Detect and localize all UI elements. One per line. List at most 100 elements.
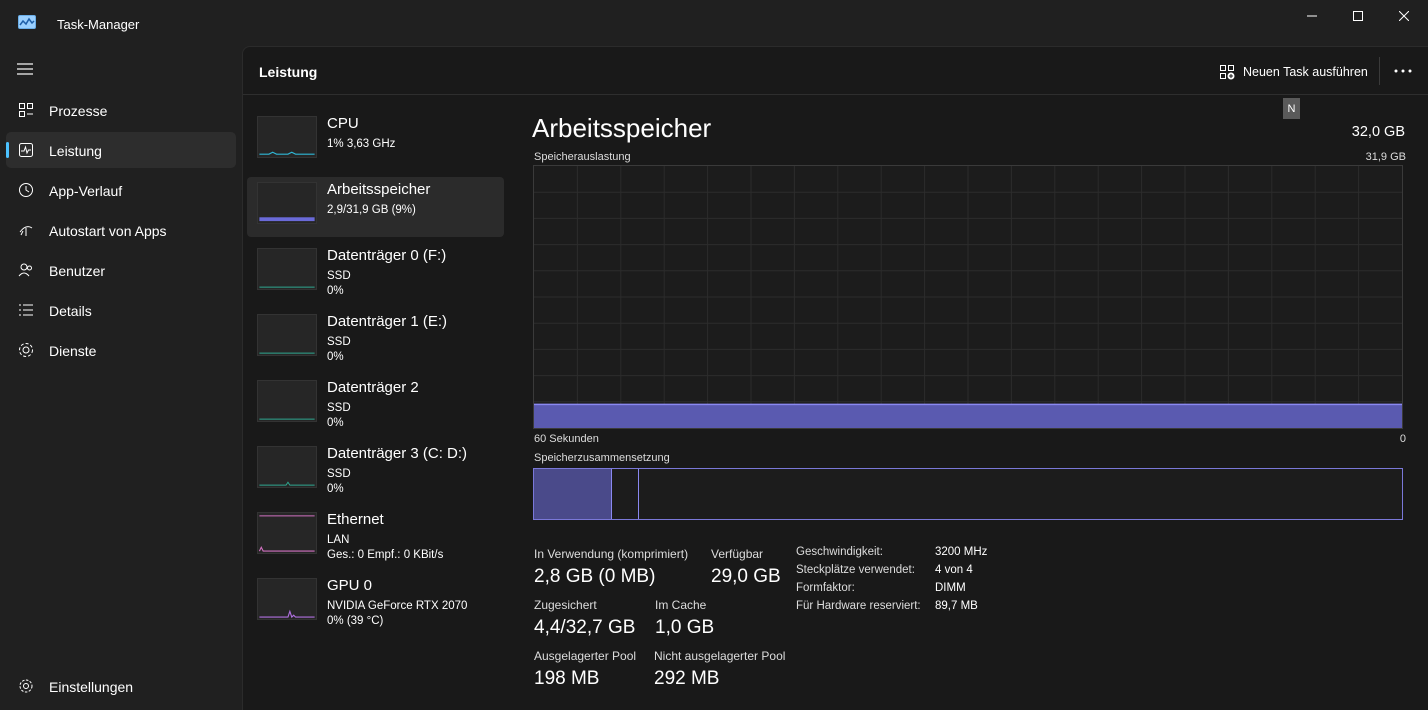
close-button[interactable] [1381,0,1427,32]
memory-composition-bar [533,468,1403,520]
sidebar-item-label: Autostart von Apps [49,223,167,239]
committed-label: Zugesichert [534,598,597,612]
available-value: 29,0 GB [711,566,781,587]
sidebar-item-dienste[interactable]: Dienste [6,332,236,368]
resource-item-disk-3[interactable]: Datenträger 3 (C: D:) SSD 0% [247,441,504,501]
resource-title: Datenträger 2 [327,379,419,396]
resource-line-1: SSD [327,270,351,282]
maximize-button[interactable] [1335,0,1381,32]
header-divider [1379,57,1380,85]
more-icon [1394,69,1412,73]
resource-line-1: SSD [327,468,351,480]
spec-key: Steckplätze verwendet: [796,564,915,576]
title-bar[interactable]: Task-Manager [0,0,1428,46]
resource-item-disk-0[interactable]: Datenträger 0 (F:) SSD 0% [247,243,504,303]
resource-line-2: 0% [327,417,344,429]
sidebar-item-label: App-Verlauf [49,183,123,199]
keyboard-hint-badge: N [1283,98,1300,119]
resource-subtitle: SSD 0% [327,335,351,365]
new-task-icon [1220,65,1235,80]
resource-thumbnail-graph [257,314,317,356]
sidebar-item-leistung[interactable]: Leistung [6,132,236,168]
cached-label: Im Cache [655,598,707,612]
sidebar-item-benutzer[interactable]: Benutzer [6,252,236,288]
in-use-label: In Verwendung (komprimiert) [534,547,689,561]
resource-line-2: 0% [327,285,344,297]
resource-thumbnail-graph [257,248,317,290]
users-icon [18,263,32,277]
resource-line-2: 0% (39 °C) [327,615,384,627]
resource-thumbnail-graph [257,182,317,224]
spec-value: 4 von 4 [935,564,973,576]
total-memory: 32,0 GB [1351,124,1405,140]
minimize-button[interactable] [1289,0,1335,32]
resource-subtitle: SSD 0% [327,401,351,431]
sidebar-item-einstellungen[interactable]: Einstellungen [6,668,236,704]
resource-line-2: Ges.: 0 Empf.: 0 KBit/s [327,549,444,561]
resource-subtitle: 2,9/31,9 GB (9%) [327,203,416,218]
nonpaged-pool-value: 292 MB [654,668,720,689]
sidebar-item-label: Dienste [49,343,97,359]
services-icon [19,343,33,357]
resource-line-1: NVIDIA GeForce RTX 2070 [327,600,468,612]
sidebar-item-autostart[interactable]: Autostart von Apps [6,212,236,248]
page-header: Leistung Neuen Task ausführen [243,47,1428,95]
axis-right-label: 0 [1399,433,1406,445]
resource-item-cpu[interactable]: CPU 1% 3,63 GHz [247,111,504,171]
spec-key: Formfaktor: [796,582,855,594]
resource-thumbnail-graph [257,512,317,554]
spec-value: DIMM [935,582,966,594]
task-manager-icon [18,15,36,29]
window-title: Task-Manager [57,17,140,32]
resource-title: GPU 0 [327,577,373,594]
resource-line-1: SSD [327,402,351,414]
sidebar-item-label: Einstellungen [49,679,134,695]
spec-key: Geschwindigkeit: [796,546,883,558]
axis-left-label: 60 Sekunden [534,433,599,445]
page-title: Leistung [259,64,318,80]
minimize-icon [1307,15,1317,17]
resource-thumbnail-graph [257,446,317,488]
sidebar-item-prozesse[interactable]: Prozesse [6,92,236,128]
usage-label: Speicherauslastung [534,151,631,163]
spec-value: 89,7 MB [935,600,978,612]
resource-title: Ethernet [327,511,384,528]
nonpaged-pool-label: Nicht ausgelagerter Pool [654,649,786,663]
resource-title: Arbeitsspeicher [327,181,431,198]
resource-line-2: 0% [327,483,344,495]
startup-apps-icon [19,226,33,236]
new-task-button[interactable]: Neuen Task ausführen [1219,62,1368,82]
sidebar: Prozesse Leistung App-Verlauf Autostart … [0,46,242,710]
resource-item-disk-2[interactable]: Datenträger 2 SSD 0% [247,375,504,435]
resource-subtitle: 1% 3,63 GHz [327,137,395,152]
resource-title: Datenträger 0 (F:) [327,247,447,264]
sidebar-item-label: Details [49,303,92,319]
resource-line-1: LAN [327,534,350,546]
more-options-button[interactable] [1393,61,1413,81]
resource-line-1: 2,9/31,9 GB (9%) [327,204,416,216]
resource-thumbnail-graph [257,578,317,620]
paged-pool-label: Ausgelagerter Pool [534,649,637,663]
sidebar-item-details[interactable]: Details [6,292,236,328]
new-task-label: Neuen Task ausführen [1243,65,1368,79]
resource-thumbnail-graph [257,380,317,422]
cached-value: 1,0 GB [655,617,715,638]
resource-subtitle: SSD 0% [327,467,351,497]
maximize-icon [1353,11,1363,21]
resource-item-gpu-0[interactable]: GPU 0 NVIDIA GeForce RTX 2070 0% (39 °C) [247,573,504,633]
resource-title: CPU [327,115,359,132]
sidebar-item-label: Benutzer [49,263,106,279]
memory-usage-graph [533,165,1403,429]
resource-item-memory[interactable]: Arbeitsspeicher 2,9/31,9 GB (9%) [247,177,504,237]
composition-label: Speicherzusammensetzung [534,452,670,464]
usage-max-label: 31,9 GB [1365,151,1406,163]
details-icon [19,304,33,316]
performance-icon [19,143,33,157]
hamburger-menu-icon[interactable] [16,62,34,76]
processes-icon [19,103,33,117]
committed-value: 4,4/32,7 GB [534,617,636,638]
resource-item-disk-1[interactable]: Datenträger 1 (E:) SSD 0% [247,309,504,369]
sidebar-item-app-verlauf[interactable]: App-Verlauf [6,172,236,208]
resource-item-ethernet[interactable]: Ethernet LAN Ges.: 0 Empf.: 0 KBit/s [247,507,504,567]
sidebar-item-label: Leistung [49,143,102,159]
